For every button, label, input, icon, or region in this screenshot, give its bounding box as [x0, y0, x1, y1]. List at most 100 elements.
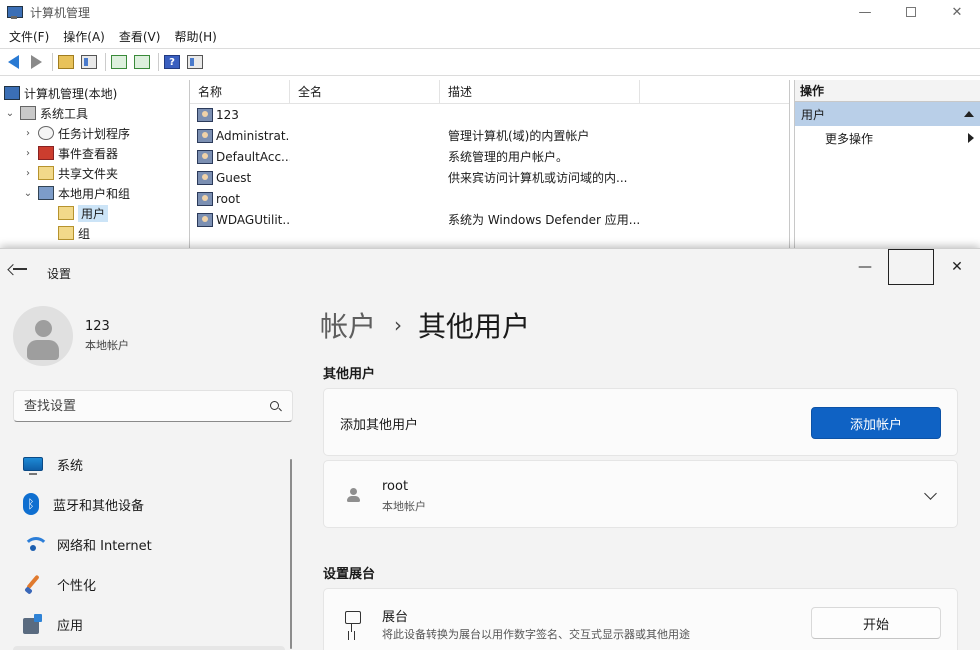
minimize-button[interactable]: — [842, 249, 888, 285]
tree-item-system-tools[interactable]: ⌄ 系统工具 [0, 103, 189, 123]
toolbar-separator [105, 53, 106, 71]
user-description: 供来宾访问计算机或访问域的内... [448, 171, 628, 185]
kiosk-start-button[interactable]: 开始 [811, 607, 941, 639]
tree-item-local-users-groups[interactable]: ⌄ 本地用户和组 [0, 183, 189, 203]
user-card-root[interactable]: root 本地帐户 [323, 460, 958, 528]
kiosk-description: 将此设备转换为展台以用作数字签名、交互式显示器或其他用途 [382, 628, 690, 641]
nav-item-partial [13, 646, 285, 650]
close-button[interactable]: ✕ [934, 249, 980, 285]
user-icon [197, 212, 213, 227]
table-row[interactable]: WDAGUtilit... 系统为 Windows Defender 应用... [190, 209, 789, 230]
more-actions-item[interactable]: 更多操作 [795, 126, 980, 150]
console-tree-icon [81, 55, 97, 69]
table-row[interactable]: Guest 供来宾访问计算机或访问域的内... [190, 167, 789, 188]
avatar [13, 306, 73, 366]
nav-item-network[interactable]: 网络和 Internet [13, 524, 285, 564]
settings-title: 设置 [47, 267, 72, 281]
back-button[interactable] [3, 52, 23, 72]
nav-item-system[interactable]: 系统 [13, 444, 285, 484]
user-icon [197, 191, 213, 206]
settings-titlebar: 设置 — ✕ [0, 249, 980, 289]
column-description[interactable]: 描述 [440, 80, 640, 103]
help-button[interactable]: ? [162, 52, 182, 72]
search-input[interactable] [24, 398, 254, 414]
table-row[interactable]: DefaultAcc... 系统管理的用户帐户。 [190, 146, 789, 167]
refresh-icon [111, 55, 127, 69]
menu-file[interactable]: 文件(F) [4, 28, 54, 45]
action-pane-icon [187, 55, 203, 69]
list-header: 名称 全名 描述 [190, 80, 789, 104]
up-level-button[interactable] [56, 52, 76, 72]
kiosk-card: 展台 将此设备转换为展台以用作数字签名、交互式显示器或其他用途 开始 [323, 588, 958, 650]
user-list: 名称 全名 描述 123 Administrat... 管理计算机(域)的内置帐… [190, 80, 790, 250]
add-account-button[interactable]: 添加帐户 [811, 407, 941, 439]
table-row[interactable]: 123 [190, 104, 789, 125]
tree-item-users[interactable]: 用户 [0, 203, 189, 223]
forward-button[interactable] [26, 52, 46, 72]
user-name: 123 [216, 107, 239, 122]
page-title: 其他用户 [418, 310, 531, 343]
table-row[interactable]: root [190, 188, 789, 209]
computer-icon [4, 86, 20, 100]
show-action-pane-button[interactable] [185, 52, 205, 72]
chevron-down-icon[interactable]: ⌄ [4, 108, 16, 119]
apps-icon [23, 614, 43, 634]
refresh-button[interactable] [109, 52, 129, 72]
settings-window: 设置 — ✕ 123 本地帐户 系统 ᛒ 蓝牙和其他设备 网络 [0, 248, 980, 650]
tree-item-groups[interactable]: 组 [0, 223, 189, 243]
section-title-other-users: 其他用户 [323, 367, 376, 382]
nav-label: 应用 [57, 618, 84, 634]
action-group-users[interactable]: 用户 [795, 102, 980, 126]
menu-help[interactable]: 帮助(H) [169, 28, 221, 45]
table-row[interactable]: Administrat... 管理计算机(域)的内置帐户 [190, 125, 789, 146]
wifi-icon [23, 537, 49, 551]
tree-item-task-scheduler[interactable]: › 任务计划程序 [0, 123, 189, 143]
maximize-button[interactable] [888, 0, 934, 24]
back-icon[interactable] [12, 263, 28, 275]
chevron-right-icon[interactable]: › [22, 148, 34, 159]
action-pane: 操作 用户 更多操作 [794, 80, 980, 250]
export-list-button[interactable] [132, 52, 152, 72]
nav-scrollbar[interactable] [290, 459, 292, 649]
chevron-down-icon[interactable] [924, 487, 937, 500]
collapse-icon [964, 111, 974, 117]
show-hide-tree-button[interactable] [79, 52, 99, 72]
breadcrumb-parent[interactable]: 帐户 [320, 305, 376, 345]
section-title-kiosk: 设置展台 [323, 567, 376, 582]
kiosk-icon [344, 611, 361, 633]
user-profile[interactable]: 123 本地帐户 [13, 306, 129, 366]
maximize-icon [906, 7, 916, 17]
minimize-button[interactable]: — [842, 0, 888, 24]
nav-item-bluetooth[interactable]: ᛒ 蓝牙和其他设备 [13, 484, 285, 524]
clock-icon [38, 126, 54, 140]
profile-name: 123 [85, 319, 110, 334]
menu-action[interactable]: 操作(A) [58, 28, 110, 45]
chevron-right-icon[interactable]: › [22, 168, 34, 179]
breadcrumb: 帐户 › 其他用户 [320, 305, 530, 345]
computer-management-window: 计算机管理 — ✕ 文件(F) 操作(A) 查看(V) 帮助(H) ? 计算机管… [0, 0, 980, 250]
tree-item-computer-management[interactable]: 计算机管理(本地) [0, 83, 189, 103]
column-fullname[interactable]: 全名 [290, 80, 440, 103]
nav-label: 个性化 [57, 578, 97, 594]
maximize-button[interactable] [888, 249, 934, 285]
person-icon [346, 488, 360, 502]
chevron-down-icon[interactable]: ⌄ [22, 188, 34, 199]
close-button[interactable]: ✕ [934, 0, 980, 24]
tree-item-event-viewer[interactable]: › 事件查看器 [0, 143, 189, 163]
avatar-body [27, 340, 59, 360]
back-arrow-icon [7, 55, 19, 69]
nav-item-personalization[interactable]: 个性化 [13, 564, 285, 604]
column-name[interactable]: 名称 [190, 80, 290, 103]
chevron-right-icon[interactable]: › [22, 128, 34, 139]
settings-nav: 系统 ᛒ 蓝牙和其他设备 网络和 Internet 个性化 应用 [13, 444, 285, 644]
search-icon [270, 401, 279, 410]
submenu-arrow-icon [968, 133, 974, 143]
tools-icon [20, 106, 36, 120]
mmc-title: 计算机管理 [30, 5, 91, 20]
user-card-type: 本地帐户 [382, 500, 426, 513]
nav-item-apps[interactable]: 应用 [13, 604, 285, 644]
computer-management-icon [6, 4, 23, 20]
settings-search[interactable] [13, 390, 293, 422]
menu-view[interactable]: 查看(V) [114, 28, 166, 45]
tree-item-shared-folders[interactable]: › 共享文件夹 [0, 163, 189, 183]
